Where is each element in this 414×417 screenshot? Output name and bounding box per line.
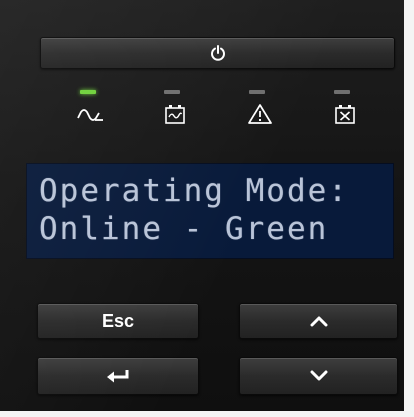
down-button[interactable] (239, 357, 398, 395)
enter-button[interactable] (37, 357, 199, 395)
alarm-led (249, 90, 265, 94)
power-icon (210, 45, 225, 61)
lcd-line-2: Online - Green (39, 211, 329, 247)
chevron-down-icon (310, 370, 327, 381)
alarm-indicator (245, 90, 275, 130)
battery-fault-led (334, 90, 350, 94)
chevron-up-icon (310, 316, 327, 327)
esc-button-label: Esc (101, 310, 135, 331)
enter-arrow-icon (107, 370, 129, 383)
up-button[interactable] (239, 303, 398, 339)
battery-fault-indicator (330, 90, 360, 130)
ups-control-panel: Operating Mode: Online - Green Esc (0, 0, 414, 417)
battery-fault-icon (335, 105, 355, 124)
warning-icon (248, 104, 272, 124)
sine-wave-icon (77, 109, 103, 121)
battery-indicator (160, 90, 190, 130)
battery-icon (165, 105, 185, 124)
ac-line-led (80, 90, 96, 94)
power-button[interactable] (40, 37, 395, 69)
battery-led (164, 90, 180, 94)
lcd-line-1: Operating Mode: (39, 173, 349, 209)
ac-line-indicator (76, 90, 106, 130)
lcd-display: Operating Mode: Online - Green (26, 163, 394, 259)
esc-button[interactable]: Esc (37, 303, 199, 339)
